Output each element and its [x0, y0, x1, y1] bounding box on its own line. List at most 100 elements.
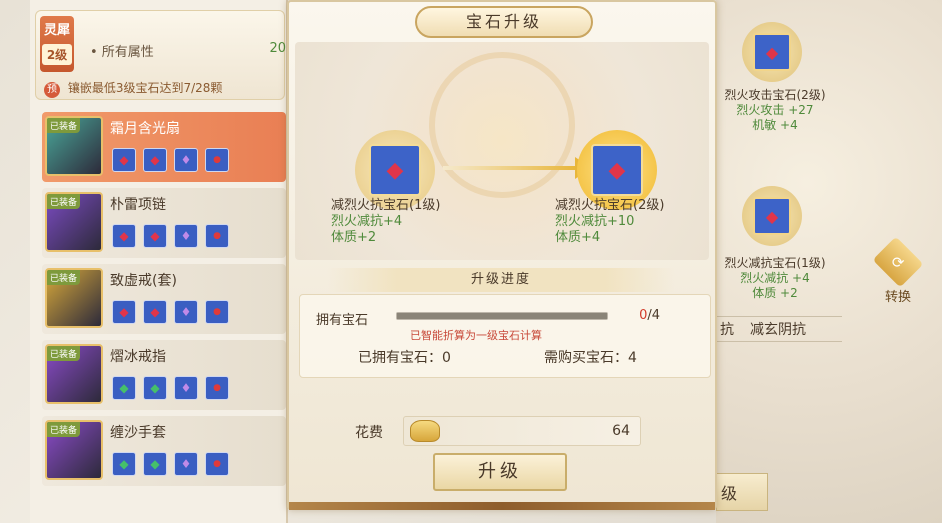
right-bottom-button-label: 级 [721, 484, 738, 503]
fire-resist-gem-icon: ◆ [753, 197, 791, 235]
equipment-item[interactable]: 已装备 朴雷项链 [42, 188, 286, 258]
source-gem-stat1: 烈火减抗+4 [331, 214, 403, 229]
equipped-tag: 已装备 [47, 118, 81, 133]
equipment-item[interactable]: 已装备 霜月含光扇 [42, 112, 286, 182]
preview-icon: 预 [44, 82, 60, 98]
progress-bar-fill [397, 313, 607, 319]
purple-gem-icon[interactable] [174, 224, 198, 248]
target-gem-name: 减烈火抗宝石(2级) [555, 198, 665, 213]
equipped-tag: 已装备 [47, 270, 81, 285]
equipment-name: 霜月含光扇 [110, 121, 180, 137]
soul-requirement: 预 镶嵌最低3级宝石达到7/28颗 [44, 79, 222, 98]
equipment-item[interactable]: 已装备 致虚戒(套) [42, 264, 286, 334]
all-attributes-row: • 所有属性 20 [90, 41, 286, 60]
dot-gem-icon[interactable] [205, 452, 229, 476]
equipment-name: 朴雷项链 [110, 197, 166, 213]
target-gem-info: 减烈火抗宝石(2级) 烈火减抗+10 体质+4 [555, 198, 664, 246]
red-gem-icon[interactable] [143, 224, 167, 248]
dot-gem-icon[interactable] [205, 148, 229, 172]
red-gem-icon[interactable] [143, 300, 167, 324]
gem-slots [112, 376, 229, 400]
gem-upgrade-dialog: 宝石升级 ◆ ◆ 减烈火抗宝石(1级) 烈火减抗+4 体质+2 减烈火抗宝石(2… [287, 0, 717, 510]
dot-gem-icon[interactable] [205, 224, 229, 248]
upgrade-arrow-icon [443, 157, 591, 179]
purple-gem-icon[interactable] [174, 376, 198, 400]
cost-field: 64 [403, 416, 641, 446]
equipped-gem-slot-1[interactable]: ◆ [742, 22, 802, 82]
equipped-gem-2-stat2: 体质 +2 [752, 286, 798, 300]
green-gem-icon[interactable] [143, 376, 167, 400]
soul-badge: 灵犀 2级 [40, 16, 74, 72]
all-attributes-value: 20 [269, 41, 286, 56]
conversion-note: 已智能折算为一级宝石计算 [410, 329, 542, 342]
equipped-gem-slot-2[interactable]: ◆ [742, 186, 802, 246]
owned-gems-text: 已拥有宝石：0 [358, 350, 451, 366]
right-bottom-button[interactable]: 级 [716, 473, 768, 511]
source-gem-info: 减烈火抗宝石(1级) 烈火减抗+4 体质+2 [331, 198, 440, 246]
equipment-name: 致虚戒(套) [110, 273, 177, 289]
gem-slots [112, 224, 229, 248]
resist-tab-2[interactable]: 减玄阴抗 [750, 319, 806, 339]
gem-slots [112, 452, 229, 476]
soul-bonus-box: 灵犀 2级 • 所有属性 20 预 镶嵌最低3级宝石达到7/28颗 [35, 10, 286, 100]
equipped-gem-2-name: 烈火减抗宝石(1级) [724, 256, 826, 270]
equipped-gem-1-stat1: 烈火攻击 +27 [736, 103, 814, 117]
purple-gem-icon[interactable] [174, 452, 198, 476]
convert-button[interactable]: ⟳ 转换 [868, 236, 928, 306]
soul-level: 2级 [42, 44, 72, 65]
equipment-item[interactable]: 已装备 缠沙手套 [42, 416, 286, 486]
resist-tabs: 抗 减玄阴抗 [716, 316, 842, 342]
red-gem-icon[interactable] [112, 224, 136, 248]
upgrade-preview: ◆ ◆ 减烈火抗宝石(1级) 烈火减抗+4 体质+2 减烈火抗宝石(2级) 烈火… [295, 42, 709, 260]
dot-gem-icon[interactable] [205, 376, 229, 400]
equipment-thumbnail: 已装备 [45, 344, 103, 404]
source-gem-name: 减烈火抗宝石(1级) [331, 198, 441, 213]
equipped-tag: 已装备 [47, 346, 81, 361]
source-gem-stat2: 体质+2 [331, 230, 377, 245]
dialog-title: 宝石升级 [415, 6, 593, 38]
equipment-list-panel: 灵犀 2级 • 所有属性 20 预 镶嵌最低3级宝石达到7/28颗 已装备 霜月含… [30, 0, 288, 523]
gem-slots [112, 148, 229, 172]
equipment-thumbnail: 已装备 [45, 192, 103, 252]
target-gem-stat1: 烈火减抗+10 [555, 214, 635, 229]
progress-box: 拥有宝石 0/4 已智能折算为一级宝石计算 已拥有宝石：0 需购买宝石：4 [299, 294, 711, 378]
soul-badge-label: 灵犀 [43, 23, 70, 38]
progress-count-total: /4 [647, 308, 660, 323]
green-gem-icon[interactable] [143, 452, 167, 476]
gold-ingot-icon [410, 420, 440, 442]
fire-attack-gem-icon: ◆ [753, 33, 791, 71]
soul-requirement-text: 镶嵌最低3级宝石达到7/28颗 [67, 81, 223, 95]
upgrade-button[interactable]: 升级 [433, 453, 567, 491]
equipment-thumbnail: 已装备 [45, 420, 103, 480]
equipment-item[interactable]: 已装备 熠冰戒指 [42, 340, 286, 410]
owned-gems-label: 拥有宝石 [316, 313, 369, 328]
purple-gem-icon[interactable] [174, 300, 198, 324]
need-purchase-text: 需购买宝石：4 [544, 350, 637, 366]
decorative-ring [429, 52, 575, 198]
equipped-gem-1-info: 烈火攻击宝石(2级) 烈火攻击 +27 机敏 +4 [710, 88, 840, 133]
cost-label: 花费 [355, 425, 383, 441]
red-gem-icon[interactable] [112, 148, 136, 172]
red-gem-icon[interactable] [143, 148, 167, 172]
equipped-gem-1-name: 烈火攻击宝石(2级) [724, 88, 826, 102]
convert-icon: ⟳ [872, 236, 924, 288]
red-gem-icon[interactable] [112, 300, 136, 324]
dot-gem-icon[interactable] [205, 300, 229, 324]
all-attributes-label: • 所有属性 [90, 45, 154, 60]
resist-tab-1[interactable]: 抗 [720, 319, 734, 339]
progress-count: 0/4 [639, 308, 660, 323]
gem-slots [112, 300, 229, 324]
equipped-tag: 已装备 [47, 194, 81, 209]
purple-gem-icon[interactable] [174, 148, 198, 172]
equipment-name: 缠沙手套 [110, 425, 166, 441]
equipped-gem-2-stat1: 烈火减抗 +4 [740, 271, 810, 285]
cost-value: 64 [612, 423, 630, 439]
fire-resist-gem-icon: ◆ [369, 144, 421, 196]
equipment-thumbnail: 已装备 [45, 116, 103, 176]
green-gem-icon[interactable] [112, 452, 136, 476]
fire-resist-gem-icon: ◆ [591, 144, 643, 196]
equipped-gem-1-stat2: 机敏 +4 [752, 118, 798, 132]
dialog-bottom-border [289, 502, 715, 510]
green-gem-icon[interactable] [112, 376, 136, 400]
target-gem-stat2: 体质+4 [555, 230, 601, 245]
